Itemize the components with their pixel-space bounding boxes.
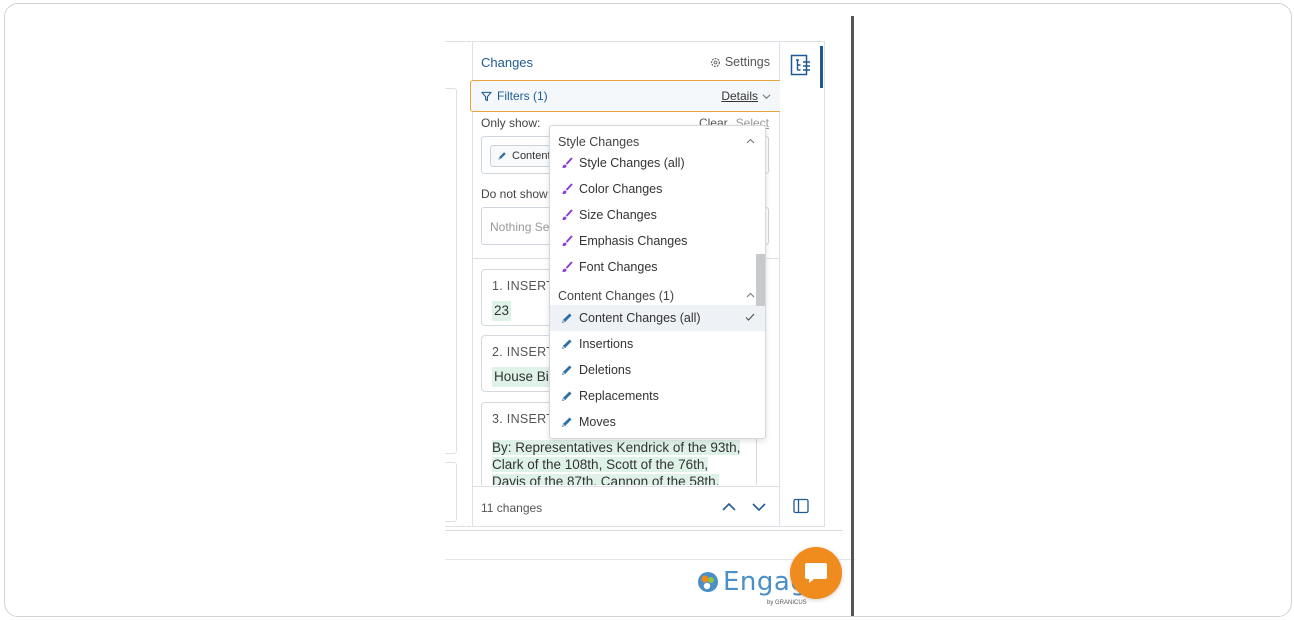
change-text-line: Davis of the 87th, Cannon of the 58th, bbox=[492, 474, 720, 485]
chevron-up-icon bbox=[746, 138, 755, 144]
brush-icon bbox=[562, 261, 573, 273]
change-card-value: House Bill bbox=[492, 367, 557, 387]
menu-item-label: Font Changes bbox=[579, 260, 658, 274]
brush-icon bbox=[562, 235, 573, 247]
document-page-2 bbox=[445, 462, 457, 522]
menu-item-content-changes-all[interactable]: Content Changes (all) bbox=[550, 305, 765, 331]
filters-bar[interactable]: Filters (1) Details bbox=[470, 80, 782, 112]
chevron-up-icon[interactable] bbox=[721, 499, 737, 515]
menu-item-deletions[interactable]: Deletions bbox=[550, 357, 765, 383]
filter-icon bbox=[481, 91, 492, 101]
chevron-down-icon[interactable] bbox=[751, 499, 767, 515]
document-page bbox=[445, 88, 457, 454]
right-toolbar bbox=[780, 41, 825, 527]
sidebar-toggle-icon[interactable] bbox=[793, 498, 809, 514]
filter-dropdown-menu: Style Changes Style Changes (all) Color … bbox=[549, 125, 766, 439]
chat-button[interactable] bbox=[790, 547, 842, 599]
filters-label: Filters (1) bbox=[497, 89, 548, 103]
menu-item-color-changes[interactable]: Color Changes bbox=[550, 176, 765, 202]
window-divider bbox=[851, 16, 854, 616]
changes-tree-icon[interactable] bbox=[790, 54, 812, 76]
settings-label: Settings bbox=[724, 55, 770, 69]
menu-item-label: Emphasis Changes bbox=[579, 234, 688, 248]
divider bbox=[445, 527, 843, 531]
menu-item-label: Size Changes bbox=[579, 208, 657, 222]
chat-icon bbox=[805, 563, 827, 583]
brush-icon bbox=[562, 157, 573, 169]
do-not-show-label: Do not show: bbox=[481, 187, 552, 201]
pencil-icon bbox=[562, 391, 572, 401]
change-card-value: By: Representatives Kendrick of the 93th… bbox=[492, 439, 750, 485]
group-header-content-changes[interactable]: Content Changes (1) bbox=[550, 284, 765, 306]
details-label: Details bbox=[721, 89, 758, 103]
logo-sub: by GRANICUS bbox=[767, 600, 807, 606]
menu-item-label: Insertions bbox=[579, 337, 634, 351]
pencil-icon bbox=[562, 365, 572, 375]
group-title: Content Changes (1) bbox=[558, 289, 675, 303]
pencil-icon bbox=[562, 417, 572, 427]
menu-item-label: Moves bbox=[579, 415, 616, 429]
change-card-value: 23 bbox=[492, 301, 512, 321]
chevron-down-icon bbox=[762, 93, 771, 99]
checkmark-icon bbox=[745, 313, 755, 321]
active-indicator bbox=[820, 46, 823, 88]
changes-count: 11 changes bbox=[481, 501, 543, 515]
menu-item-label: Color Changes bbox=[579, 182, 663, 196]
menu-item-moves[interactable]: Moves bbox=[550, 409, 765, 435]
menu-item-label: Content Changes (all) bbox=[579, 311, 701, 325]
menu-item-insertions[interactable]: Insertions bbox=[550, 331, 765, 357]
change-text-line: By: Representatives Kendrick of the 93th… bbox=[492, 440, 741, 455]
brush-icon bbox=[562, 209, 573, 221]
menu-item-replacements[interactable]: Replacements bbox=[550, 383, 765, 409]
group-title: Style Changes bbox=[558, 135, 640, 149]
panel-title: Changes bbox=[481, 55, 534, 70]
menu-item-font-changes[interactable]: Font Changes bbox=[550, 254, 765, 280]
chevron-up-icon bbox=[746, 292, 755, 298]
logo-mark-icon bbox=[698, 572, 718, 592]
pencil-icon bbox=[562, 339, 572, 349]
brush-icon bbox=[562, 183, 573, 195]
pencil-icon bbox=[498, 152, 506, 160]
only-show-label: Only show: bbox=[481, 116, 541, 130]
change-text-line: Clark of the 108th, Scott of the 76th, bbox=[492, 457, 709, 472]
pencil-icon bbox=[562, 313, 572, 323]
changes-header: Changes Settings bbox=[473, 42, 779, 80]
dropdown-scrollbar[interactable] bbox=[756, 254, 765, 306]
menu-item-style-changes-all[interactable]: Style Changes (all) bbox=[550, 150, 765, 176]
group-header-style-changes[interactable]: Style Changes bbox=[550, 130, 765, 152]
filters-toggle[interactable]: Filters (1) bbox=[481, 89, 548, 103]
details-button[interactable]: Details bbox=[721, 89, 771, 103]
menu-item-label: Style Changes (all) bbox=[579, 156, 685, 170]
settings-button[interactable]: Settings bbox=[710, 55, 770, 69]
gear-icon bbox=[710, 57, 720, 67]
menu-item-label: Replacements bbox=[579, 389, 659, 403]
menu-item-emphasis-changes[interactable]: Emphasis Changes bbox=[550, 228, 765, 254]
changes-footer: 11 changes bbox=[473, 486, 779, 527]
menu-item-label: Deletions bbox=[579, 363, 632, 377]
menu-item-size-changes[interactable]: Size Changes bbox=[550, 202, 765, 228]
